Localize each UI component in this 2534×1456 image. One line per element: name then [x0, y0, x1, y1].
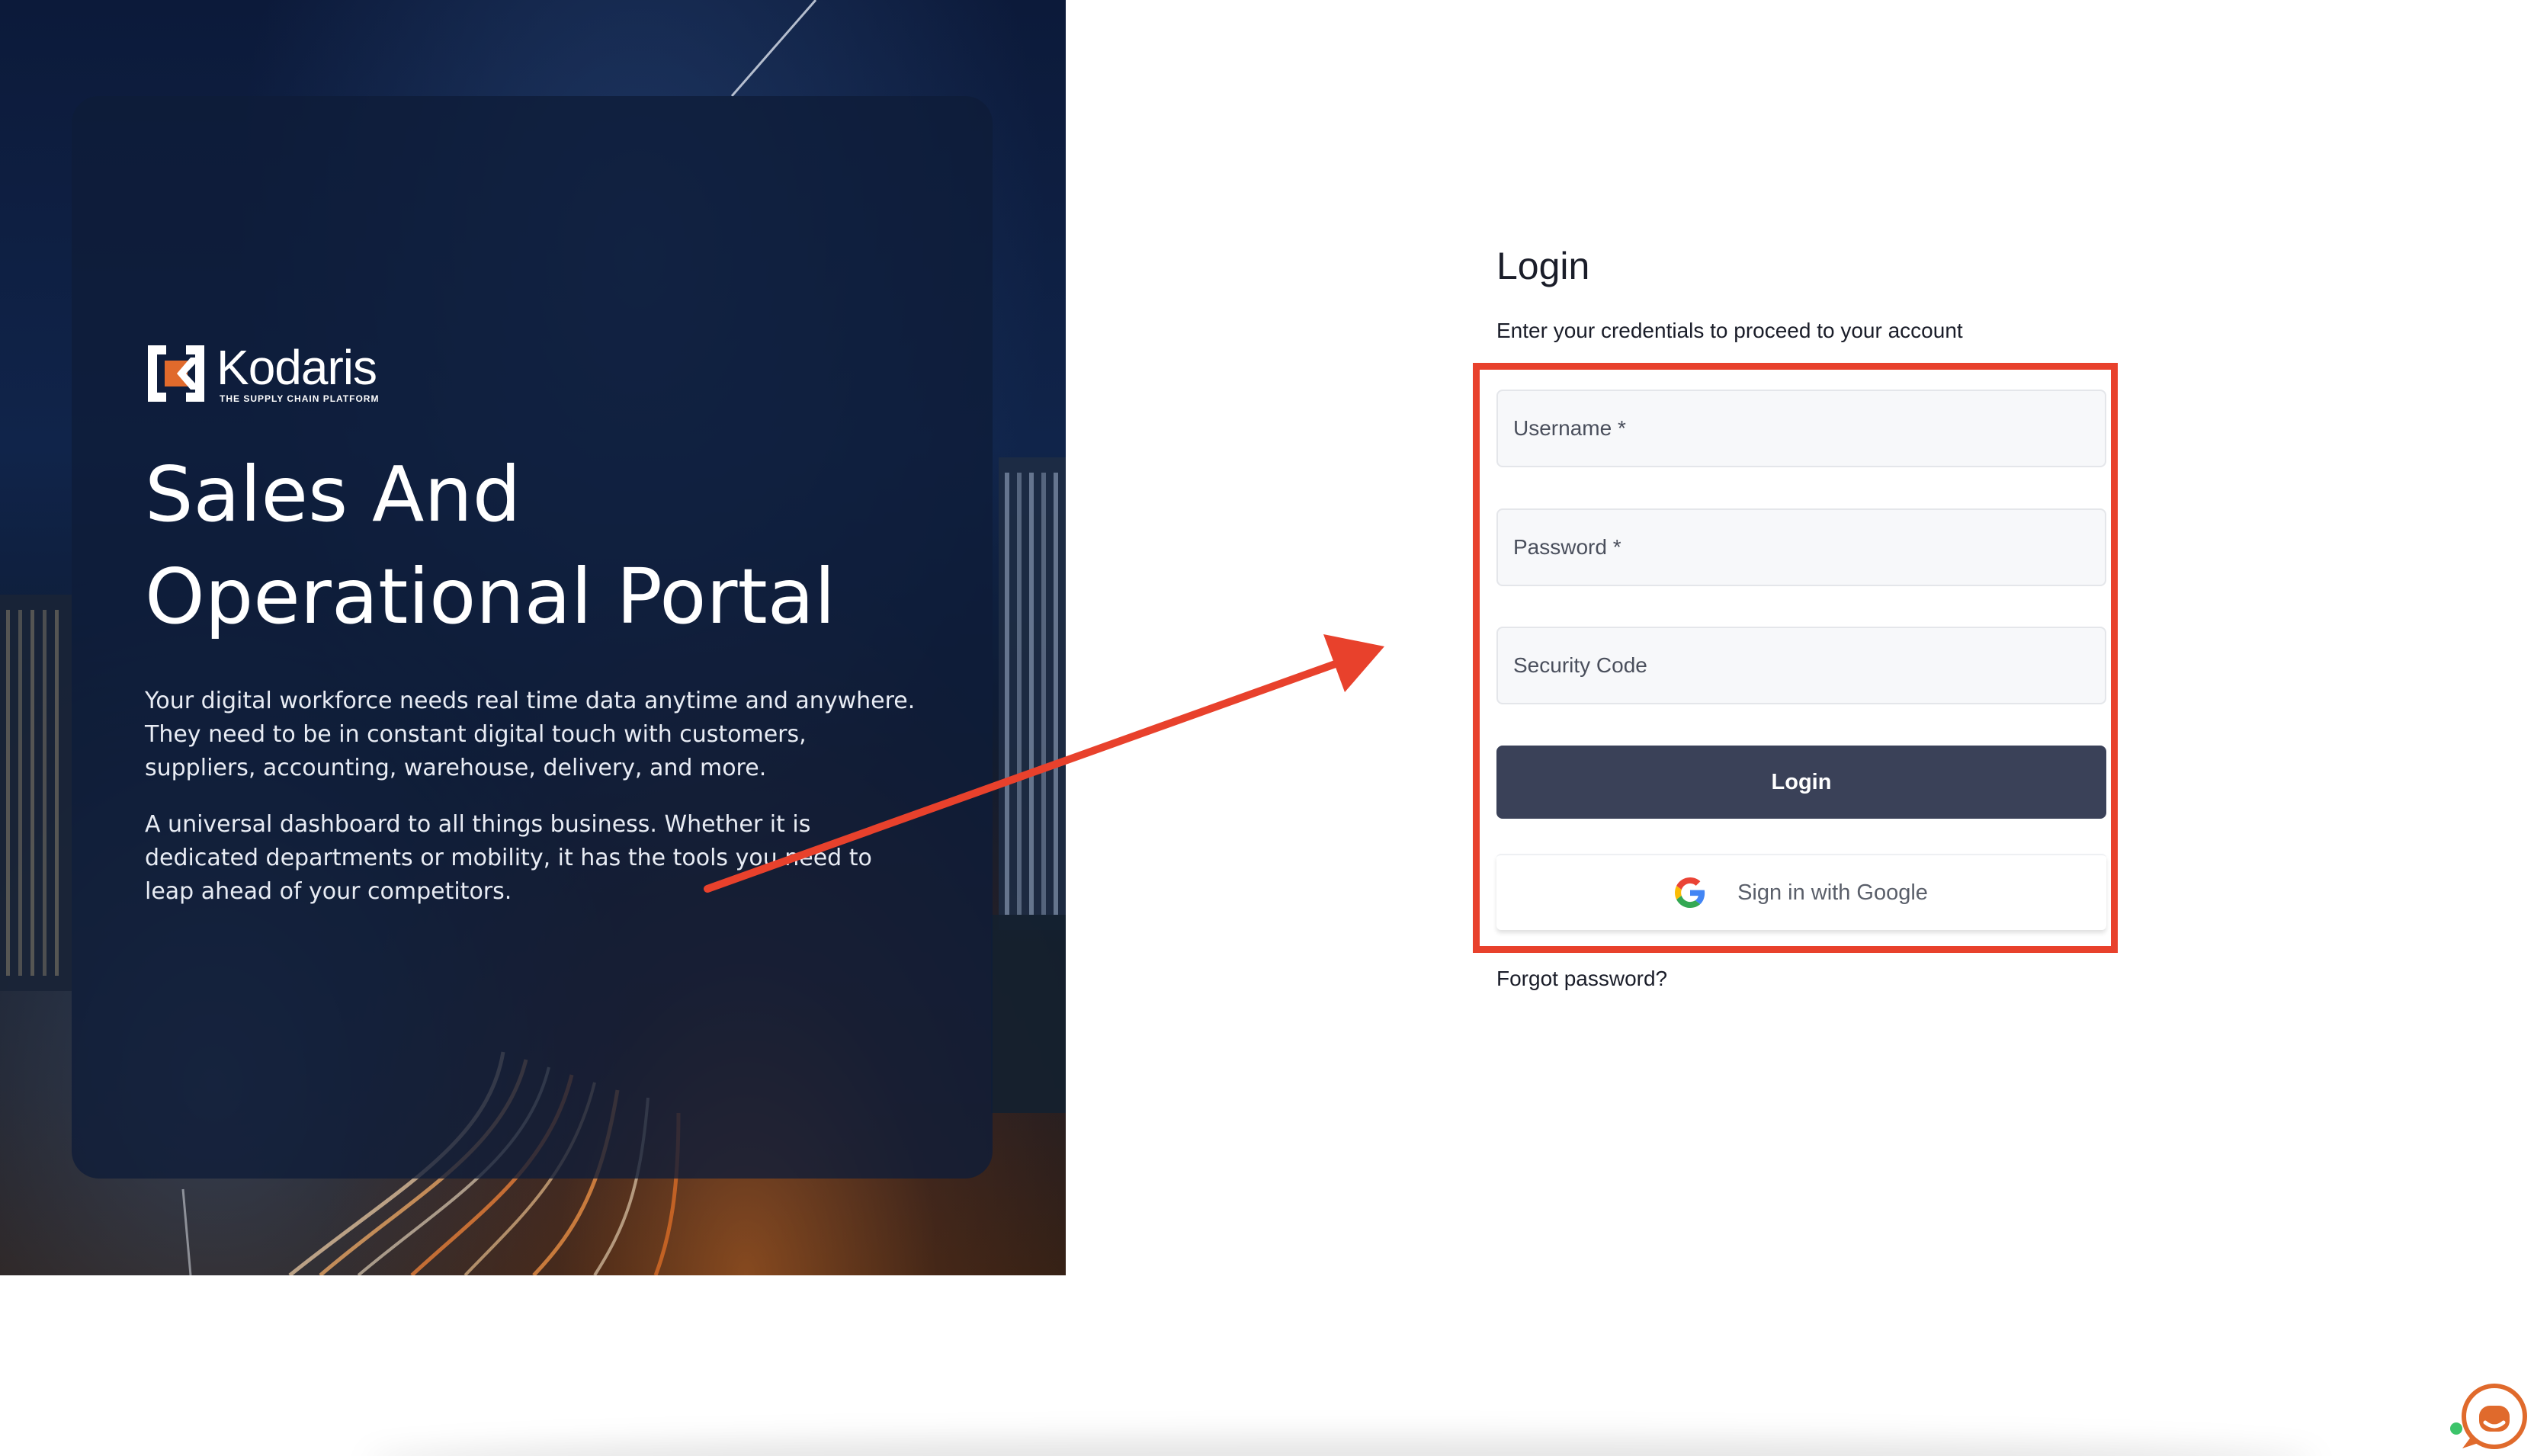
brand-name: Kodaris [217, 340, 377, 395]
chat-support-icon[interactable] [2449, 1380, 2529, 1453]
login-subtitle: Enter your credentials to proceed to you… [1496, 319, 1963, 342]
login-page: Kodaris THE SUPPLY CHAIN PLATFORM Sales … [0, 0, 2534, 1456]
logo-text: Kodaris THE SUPPLY CHAIN PLATFORM [217, 343, 379, 404]
forgot-password-link[interactable]: Forgot password? [1496, 967, 1667, 991]
hero-paragraph-1: Your digital workforce needs real time d… [145, 688, 916, 781]
login-title: Login [1496, 245, 1590, 287]
kodaris-logo[interactable]: Kodaris THE SUPPLY CHAIN PLATFORM [146, 343, 379, 404]
hero-title-line2: Operational Portal [145, 552, 836, 641]
hero-title: Sales And Operational Portal [145, 444, 945, 648]
kodaris-logo-icon [148, 345, 204, 402]
hero-title-line1: Sales And [145, 450, 521, 539]
annotation-highlight-box [1473, 363, 2118, 953]
bottom-shadow [366, 1437, 2317, 1456]
hero-paragraph-2: A universal dashboard to all things busi… [145, 811, 872, 905]
brand-tagline: THE SUPPLY CHAIN PLATFORM [220, 393, 380, 404]
